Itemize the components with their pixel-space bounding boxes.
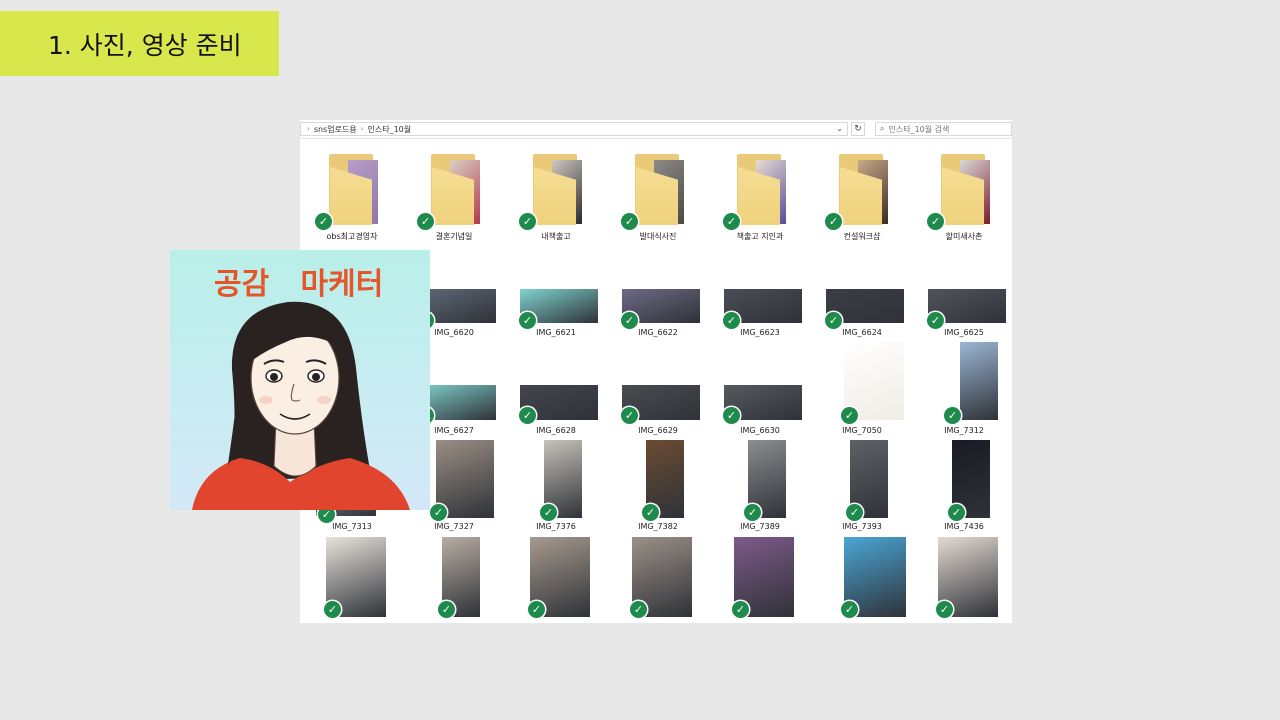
sync-check-icon: ✓	[948, 504, 965, 521]
file-label: IMG_7393	[842, 522, 882, 531]
sync-check-icon: ✓	[528, 601, 545, 618]
file-label: IMG_7050	[842, 426, 882, 435]
sync-check-icon: ✓	[723, 312, 740, 329]
file-label: IMG_7312	[944, 426, 984, 435]
file-item[interactable]: ✓ IMG_7436	[916, 440, 1012, 540]
file-item[interactable]: ✓	[610, 537, 706, 623]
sync-check-icon: ✓	[519, 407, 536, 424]
file-item[interactable]: ✓	[712, 537, 808, 623]
file-label: IMG_6625	[944, 328, 984, 337]
file-item[interactable]: ✓ IMG_6629	[610, 342, 706, 442]
folder-item[interactable]: ✓ 발대식사진	[610, 152, 706, 244]
file-label: 내책출고	[541, 232, 571, 241]
breadcrumb[interactable]: › sns업로드용 › 인스타_10월 ⌄	[300, 122, 848, 136]
sync-check-icon: ✓	[825, 213, 842, 230]
file-label: IMG_7382	[638, 522, 678, 531]
sync-check-icon: ✓	[621, 213, 638, 230]
sync-check-icon: ✓	[438, 601, 455, 618]
sync-check-icon: ✓	[841, 407, 858, 424]
file-item[interactable]: ✓ IMG_6630	[712, 342, 808, 442]
file-label: IMG_6629	[638, 426, 678, 435]
avatar-drawing: 공감 마케터	[192, 267, 410, 510]
breadcrumb-item[interactable]: 인스타_10월	[367, 124, 411, 135]
sync-check-icon: ✓	[519, 213, 536, 230]
sync-check-icon: ✓	[944, 407, 961, 424]
file-label: IMG_6628	[536, 426, 576, 435]
slide-title-banner: 1. 사진, 영상 준비	[0, 11, 279, 76]
file-label: IMG_6622	[638, 328, 678, 337]
sync-check-icon: ✓	[621, 312, 638, 329]
file-label: IMG_6630	[740, 426, 780, 435]
folder-item[interactable]: ✓ 내책출고	[508, 152, 604, 244]
search-input[interactable]: ⌕ 인스타_10월 검색	[875, 122, 1012, 136]
sync-check-icon: ✓	[841, 601, 858, 618]
file-label: IMG_7436	[944, 522, 984, 531]
file-item[interactable]: ✓	[508, 537, 604, 623]
file-item[interactable]: ✓	[406, 537, 502, 623]
sync-check-icon: ✓	[417, 213, 434, 230]
sync-check-icon: ✓	[927, 312, 944, 329]
file-label: 결혼기념일	[435, 232, 473, 241]
search-placeholder: 인스타_10월 검색	[888, 124, 950, 134]
file-item[interactable]: ✓	[916, 537, 1012, 623]
pupil-left	[270, 373, 278, 381]
file-item[interactable]: ✓ IMG_7389	[712, 440, 808, 540]
sync-check-icon: ✓	[723, 407, 740, 424]
sync-check-icon: ✓	[630, 601, 647, 618]
folder-item[interactable]: ✓ 할미새사촌	[916, 152, 1012, 244]
file-label: IMG_7313	[332, 522, 372, 531]
file-label: 발대식사진	[639, 232, 677, 241]
search-icon: ⌕	[880, 124, 885, 133]
file-item[interactable]: ✓ IMG_7393	[814, 440, 910, 540]
file-label: obs최고경영자	[326, 232, 378, 241]
file-item[interactable]: ✓ IMG_7050	[814, 342, 910, 442]
file-label: IMG_7389	[740, 522, 780, 531]
sync-check-icon: ✓	[540, 504, 557, 521]
sync-check-icon: ✓	[642, 504, 659, 521]
sync-check-icon: ✓	[936, 601, 953, 618]
slide-title: 1. 사진, 영상 준비	[48, 30, 242, 60]
sync-check-icon: ✓	[315, 213, 332, 230]
file-item[interactable]: ✓ IMG_7376	[508, 440, 604, 540]
cheek-left	[259, 396, 273, 404]
file-item[interactable]: ✓ IMG_7312	[916, 342, 1012, 442]
file-label: IMG_6621	[536, 328, 576, 337]
sync-check-icon: ✓	[723, 213, 740, 230]
sync-check-icon: ✓	[744, 504, 761, 521]
sync-check-icon: ✓	[927, 213, 944, 230]
folder-item[interactable]: ✓ 컨설워크샵	[814, 152, 910, 244]
breadcrumb-chevron-icon: ›	[307, 125, 310, 133]
pupil-right	[312, 373, 320, 381]
sync-check-icon: ✓	[846, 504, 863, 521]
folder-item[interactable]: ✓ obs최고경영자	[304, 152, 400, 244]
address-bar: › sns업로드용 › 인스타_10월 ⌄ ↻ ⌕ 인스타_10월 검색	[300, 120, 1012, 139]
file-label: IMG_7376	[536, 522, 576, 531]
sync-check-icon: ✓	[430, 504, 447, 521]
refresh-icon[interactable]: ↻	[851, 122, 865, 136]
folder-item[interactable]: ✓ 책출고 지인과	[712, 152, 808, 244]
image-thumbnail	[960, 342, 998, 420]
cheek-right	[317, 396, 331, 404]
sync-check-icon: ✓	[825, 312, 842, 329]
sync-check-icon: ✓	[732, 601, 749, 618]
file-label: 책출고 지인과	[736, 232, 784, 241]
breadcrumb-chevron-icon: ›	[360, 125, 364, 133]
chevron-down-icon[interactable]: ⌄	[836, 124, 843, 133]
file-item[interactable]: ✓ IMG_6628	[508, 342, 604, 442]
file-label: IMG_6624	[842, 328, 882, 337]
file-item[interactable]: ✓ IMG_7382	[610, 440, 706, 540]
avatar-illustration: 공감 마케터	[170, 250, 430, 510]
breadcrumb-item[interactable]: sns업로드용	[314, 124, 357, 135]
avatar-caption: 공감 마케터	[214, 267, 383, 302]
file-item[interactable]: ✓	[814, 537, 910, 623]
file-label: 할미새사촌	[945, 232, 983, 241]
file-label: IMG_6623	[740, 328, 780, 337]
sync-check-icon: ✓	[621, 407, 638, 424]
file-label: IMG_7327	[434, 522, 474, 531]
sync-check-icon: ✓	[519, 312, 536, 329]
sync-check-icon: ✓	[324, 601, 341, 618]
file-item[interactable]: ✓	[304, 537, 400, 623]
folder-item[interactable]: ✓ 결혼기념일	[406, 152, 502, 244]
file-label: 컨설워크샵	[843, 232, 881, 241]
